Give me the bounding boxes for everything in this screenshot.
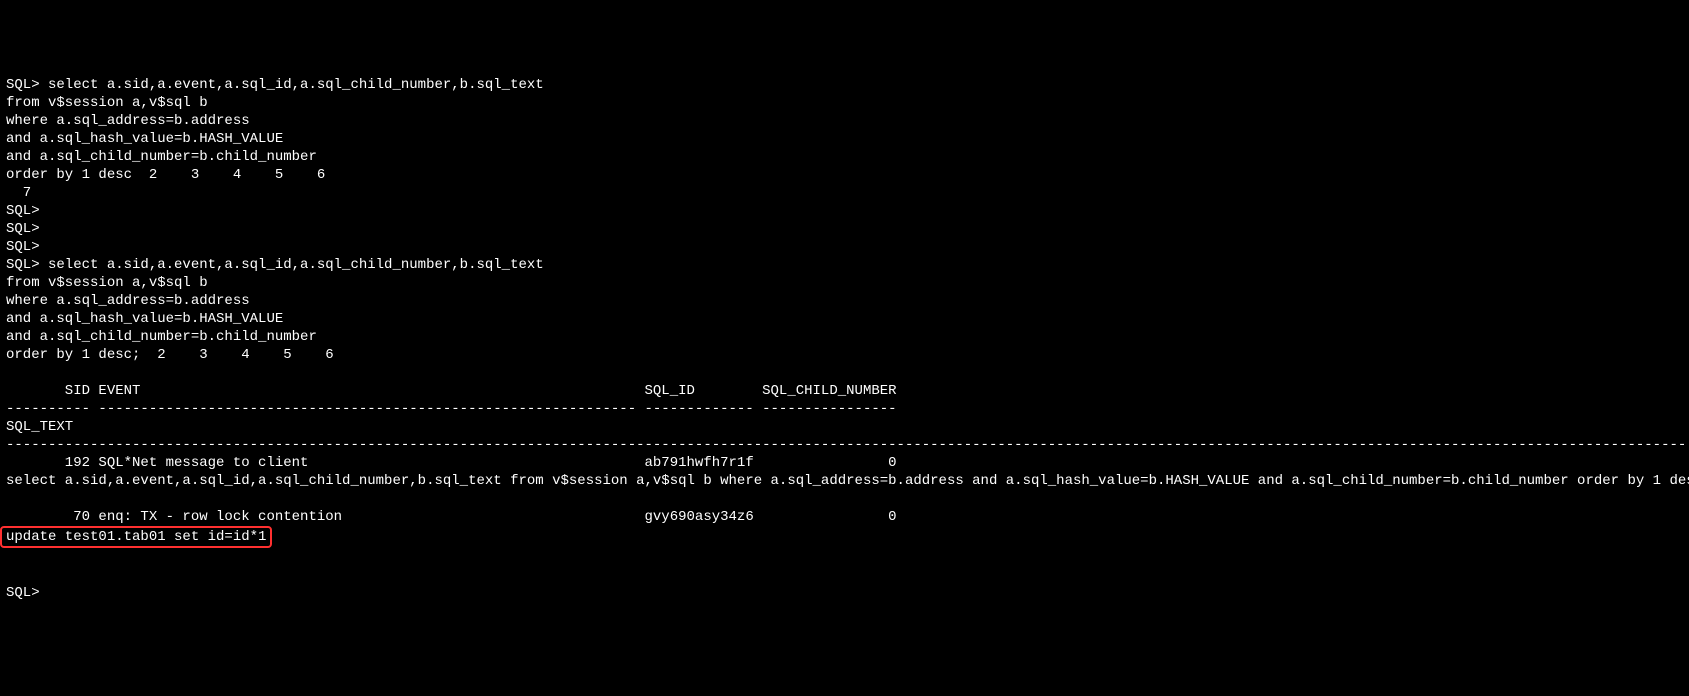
terminal-line: SQL> bbox=[6, 238, 1683, 256]
terminal-line: ---------- -----------------------------… bbox=[6, 400, 1683, 418]
terminal-line: 7 bbox=[6, 184, 1683, 202]
terminal-line: from v$session a,v$sql b bbox=[6, 274, 1683, 292]
terminal-line: SQL> bbox=[6, 584, 1683, 602]
terminal-line: update test01.tab01 set id=id*1 bbox=[6, 526, 1683, 548]
terminal-output[interactable]: SQL> select a.sid,a.event,a.sql_id,a.sql… bbox=[6, 76, 1683, 602]
terminal-line: where a.sql_address=b.address bbox=[6, 292, 1683, 310]
terminal-line: SID EVENT SQL_ID SQL_CHILD_NUMBER bbox=[6, 382, 1683, 400]
terminal-line: SQL> select a.sid,a.event,a.sql_id,a.sql… bbox=[6, 256, 1683, 274]
terminal-line: from v$session a,v$sql b bbox=[6, 94, 1683, 112]
terminal-line: ----------------------------------------… bbox=[6, 436, 1683, 454]
terminal-line: order by 1 desc 2 3 4 5 6 bbox=[6, 166, 1683, 184]
terminal-line: and a.sql_child_number=b.child_number bbox=[6, 328, 1683, 346]
terminal-line: and a.sql_child_number=b.child_number bbox=[6, 148, 1683, 166]
terminal-line: 70 enq: TX - row lock contention gvy690a… bbox=[6, 508, 1683, 526]
terminal-line bbox=[6, 548, 1683, 566]
terminal-line: SQL> select a.sid,a.event,a.sql_id,a.sql… bbox=[6, 76, 1683, 94]
highlighted-sql-text: update test01.tab01 set id=id*1 bbox=[0, 526, 272, 548]
terminal-line bbox=[6, 566, 1683, 584]
terminal-line: SQL> bbox=[6, 220, 1683, 238]
terminal-line: order by 1 desc; 2 3 4 5 6 bbox=[6, 346, 1683, 364]
terminal-line bbox=[6, 490, 1683, 508]
terminal-line: SQL> bbox=[6, 202, 1683, 220]
terminal-line: 192 SQL*Net message to client ab791hwfh7… bbox=[6, 454, 1683, 472]
terminal-line: SQL_TEXT bbox=[6, 418, 1683, 436]
terminal-line: and a.sql_hash_value=b.HASH_VALUE bbox=[6, 130, 1683, 148]
terminal-line: where a.sql_address=b.address bbox=[6, 112, 1683, 130]
terminal-line: select a.sid,a.event,a.sql_id,a.sql_chil… bbox=[6, 472, 1683, 490]
terminal-line: and a.sql_hash_value=b.HASH_VALUE bbox=[6, 310, 1683, 328]
terminal-line bbox=[6, 364, 1683, 382]
